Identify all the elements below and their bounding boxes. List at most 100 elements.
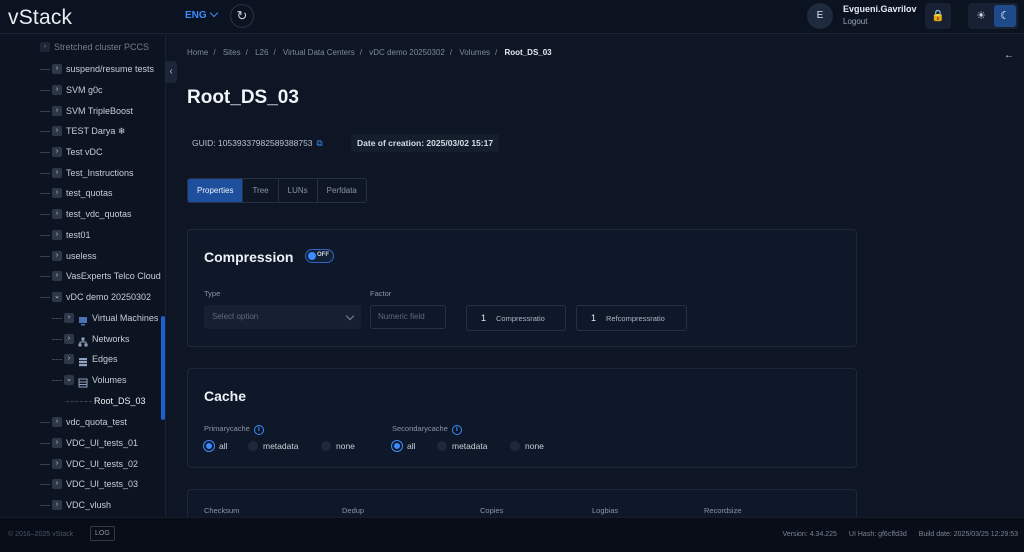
tree-item[interactable]: › Stretched cluster PCCS — [40, 37, 149, 57]
ui-hash-label: UI Hash: gf6cffd3d — [848, 531, 907, 538]
expand-icon[interactable]: › — [52, 146, 62, 157]
expand-icon[interactable]: › — [52, 208, 62, 219]
copies-label: Copies — [480, 506, 504, 515]
cache-panel: Cache Primarycache i Secondarycache i all … — [187, 368, 857, 468]
primarycache-radio-metadata[interactable]: metadata — [248, 440, 298, 452]
tree-item[interactable]: › VDC_vlush — [40, 495, 111, 515]
tab-perfdata[interactable]: Perfdata — [318, 179, 366, 202]
secondarycache-radio-metadata[interactable]: metadata — [437, 440, 487, 452]
info-icon[interactable]: i — [451, 425, 462, 435]
moon-icon[interactable]: ☾ — [994, 5, 1016, 27]
expand-icon[interactable]: › — [52, 458, 62, 469]
collapse-icon[interactable]: ⌄ — [64, 374, 74, 385]
tree-item[interactable]: › useless — [40, 246, 97, 266]
tree-item[interactable]: › vdc_quota_test — [40, 412, 127, 432]
app-logo[interactable]: vStack — [8, 6, 72, 30]
tree-item[interactable]: › VDC_UI_tests_01 — [40, 433, 138, 453]
breadcrumb-item[interactable]: Volumes — [459, 48, 490, 57]
tree-item[interactable]: › suspend/resume tests — [40, 59, 154, 79]
tree-item[interactable]: › test01 — [40, 225, 91, 245]
tree-item[interactable]: ⌄ vDC demo 20250302 — [40, 287, 151, 307]
factor-input[interactable]: Numeric field — [370, 305, 446, 329]
expand-icon[interactable]: › — [64, 333, 74, 344]
tree-item-selected[interactable]: Root_DS_03 — [66, 391, 146, 411]
page-title: Root_DS_03 — [187, 87, 299, 108]
tab-properties[interactable]: Properties — [188, 179, 244, 202]
expand-icon[interactable]: › — [52, 250, 62, 261]
refresh-icon[interactable]: ↻ — [230, 4, 254, 28]
primarycache-label: Primarycache i — [204, 424, 264, 435]
compression-panel: Compression OFF Type Factor Select optio… — [187, 229, 857, 347]
avatar[interactable]: E — [807, 3, 833, 29]
log-button[interactable]: LOG — [90, 526, 115, 541]
secondarycache-radio-all[interactable]: all — [392, 440, 416, 452]
tree-item[interactable]: › Networks — [52, 329, 130, 349]
collapse-sidebar-icon[interactable]: ‹ — [165, 61, 177, 83]
tree-item[interactable]: › Virtual Machines — [52, 308, 158, 328]
expand-icon[interactable]: › — [52, 125, 62, 136]
tree-item[interactable]: ⌄ Volumes — [52, 370, 127, 390]
breadcrumb: Home / Sites / L26/ Virtual Data Centers / … — [187, 48, 552, 57]
version-label: Version: 4.34.225 — [782, 531, 837, 538]
checksum-label: Checksum — [204, 506, 240, 515]
tree-item[interactable]: › Edges — [52, 349, 118, 369]
expand-icon[interactable]: › — [52, 478, 62, 489]
expand-icon[interactable]: › — [52, 499, 62, 510]
primarycache-radio-all[interactable]: all — [204, 440, 228, 452]
expand-icon[interactable]: › — [52, 167, 62, 178]
build-info: Version: 4.34.225 UI Hash: gf6cffd3d Bui… — [782, 531, 1018, 538]
tree-item[interactable]: › test_vdc_quotas — [40, 204, 132, 224]
expand-icon[interactable]: › — [52, 229, 62, 240]
secondarycache-label: Secondarycache i — [392, 424, 462, 435]
collapse-icon[interactable]: ⌄ — [52, 291, 62, 302]
tree-item[interactable]: › VasExperts Telco Cloud — [40, 266, 161, 286]
compression-toggle[interactable]: OFF — [305, 249, 334, 263]
tree-item[interactable]: › TEST Darya ❄ — [40, 121, 125, 141]
copy-icon[interactable]: ⧉ — [317, 138, 323, 148]
breadcrumb-item[interactable]: vDC demo 20250302 — [369, 48, 445, 57]
expand-icon[interactable]: › — [52, 416, 62, 427]
refcompressratio-box: 1 Refcompressratio — [576, 305, 687, 331]
breadcrumb-current: Root_DS_03 — [504, 48, 552, 57]
network-icon — [78, 334, 88, 347]
tree-item[interactable]: › VDC_UI_tests_02 — [40, 454, 138, 474]
tab-tree[interactable]: Tree — [243, 179, 279, 202]
primarycache-radio-none[interactable]: none — [321, 440, 355, 452]
tree-item[interactable]: › Test vDC — [40, 142, 103, 162]
info-icon[interactable]: i — [253, 425, 264, 435]
secondarycache-radio-none[interactable]: none — [510, 440, 544, 452]
edge-icon — [78, 354, 88, 366]
expand-icon[interactable]: › — [52, 437, 62, 448]
compressratio-box: 1 Compressratio — [466, 305, 566, 331]
lock-icon[interactable]: 🔒 — [925, 3, 951, 29]
expand-icon[interactable]: › — [52, 84, 62, 95]
tree-item[interactable]: › SVM TripleBoost — [40, 101, 133, 121]
tab-luns[interactable]: LUNs — [279, 179, 318, 202]
breadcrumb-item[interactable]: Sites — [223, 48, 241, 57]
tree-item[interactable]: › Test_Instructions — [40, 163, 134, 183]
expand-icon[interactable]: › — [52, 187, 62, 198]
expand-icon[interactable]: › — [64, 312, 74, 323]
expand-icon[interactable]: › — [52, 105, 62, 116]
expand-icon[interactable]: › — [40, 41, 50, 52]
tree-item[interactable]: › VDC_UI_tests_03 — [40, 474, 138, 494]
logbias-label: Logbias — [592, 506, 619, 515]
logout-link[interactable]: Logout — [843, 17, 867, 26]
copyright: © 2016–2025 vStack — [8, 531, 74, 538]
theme-switcher: ☀ ☾ — [968, 3, 1018, 29]
sun-icon[interactable]: ☀ — [970, 5, 992, 27]
breadcrumb-item[interactable]: Home — [187, 48, 208, 57]
breadcrumb-item[interactable]: L26 — [255, 48, 268, 57]
expand-icon[interactable]: › — [52, 270, 62, 281]
breadcrumb-item[interactable]: Virtual Data Centers — [283, 48, 355, 57]
expand-icon[interactable]: › — [52, 63, 62, 74]
language-selector[interactable]: ENG — [185, 8, 218, 21]
type-select[interactable]: Select option — [204, 305, 361, 329]
language-label: ENG — [185, 10, 207, 21]
tree-item[interactable]: › test_quotas — [40, 183, 113, 203]
expand-icon[interactable]: › — [64, 353, 74, 364]
back-arrow-icon[interactable]: ← — [1004, 50, 1014, 61]
sidebar-scrollbar[interactable] — [161, 316, 165, 420]
tree-item[interactable]: › SVM g0c — [40, 80, 103, 100]
sidebar-tree: › Stretched cluster PCCS › suspend/resume … — [0, 35, 166, 517]
